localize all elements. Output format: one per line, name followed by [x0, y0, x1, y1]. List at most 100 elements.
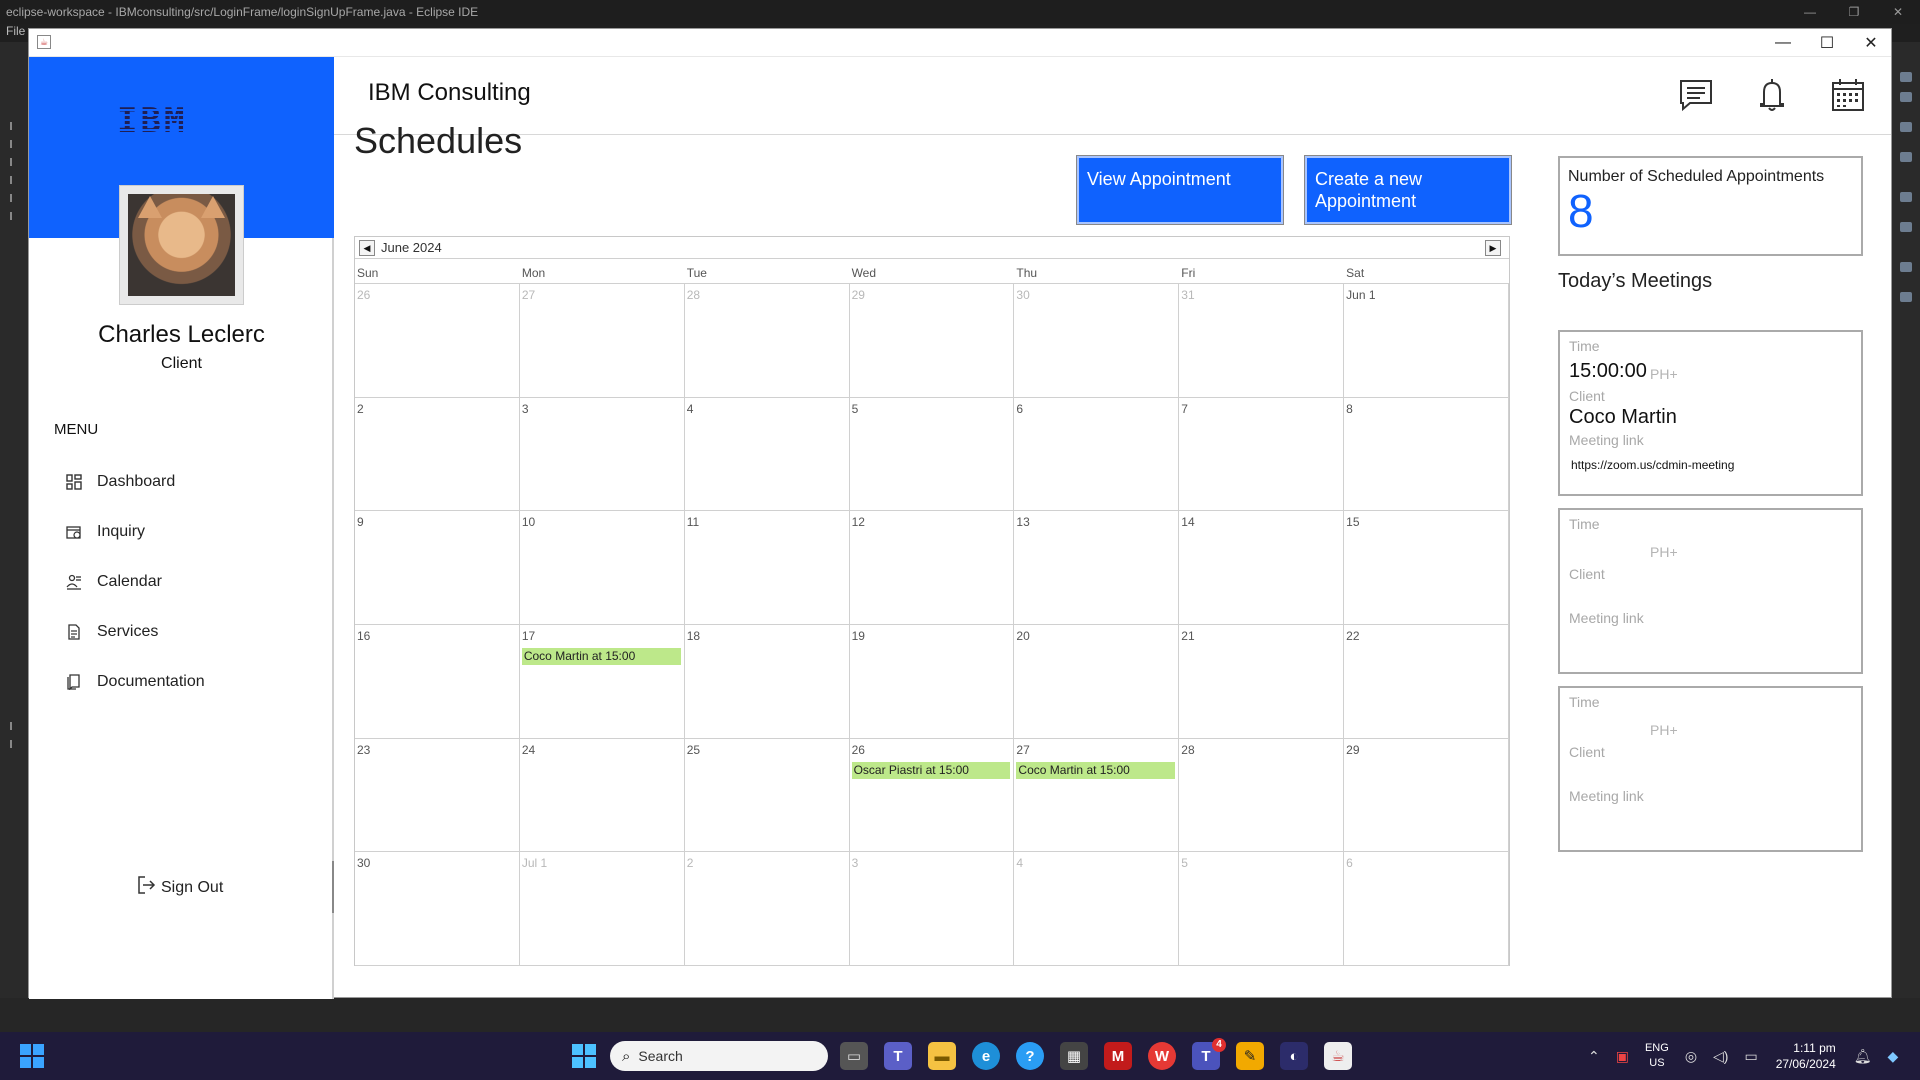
calendar-day-cell[interactable]: 25: [684, 738, 850, 853]
calendar-day-cell[interactable]: 6: [1344, 852, 1509, 966]
calendar-day-cell[interactable]: 11: [684, 511, 850, 625]
calendar-day-cell[interactable]: 6: [1014, 397, 1180, 512]
bell-icon[interactable]: [1754, 77, 1794, 117]
tree-node[interactable]: [10, 140, 22, 148]
calendar-day-cell[interactable]: 14: [1179, 511, 1345, 625]
help-icon[interactable]: ?: [1016, 1042, 1044, 1070]
create-appointment-button[interactable]: Create a new Appointment: [1304, 155, 1512, 225]
calendar-day-cell[interactable]: 9: [355, 511, 520, 625]
calendar-day-cell[interactable]: 2: [355, 397, 520, 512]
copilot-icon[interactable]: ◆: [1888, 1048, 1899, 1065]
calendar-day-cell[interactable]: 27: [519, 284, 685, 398]
sidebar-item-services[interactable]: Services: [65, 617, 158, 647]
clock[interactable]: 1:11 pm 27/06/2024: [1776, 1040, 1836, 1072]
language-indicator[interactable]: ENG US: [1645, 1041, 1669, 1071]
view-icon[interactable]: [1900, 192, 1912, 202]
mcafee-icon[interactable]: M: [1104, 1042, 1132, 1070]
sidebar-item-inquiry[interactable]: Inquiry: [65, 517, 145, 547]
calendar-day-cell[interactable]: 31: [1179, 284, 1345, 398]
calendar-grid-icon[interactable]: [1830, 77, 1870, 117]
network-icon[interactable]: ◎: [1685, 1048, 1697, 1065]
eclipse-minimize-button[interactable]: —: [1788, 0, 1832, 24]
calendar-day-cell[interactable]: 3: [519, 397, 685, 512]
view-icon[interactable]: [1900, 262, 1912, 272]
calendar-day-cell[interactable]: 23: [355, 738, 520, 853]
tree-node[interactable]: [10, 722, 22, 730]
view-icon[interactable]: [1900, 152, 1912, 162]
meeting-link[interactable]: https://zoom.us/cdmin-meeting: [1571, 458, 1734, 472]
calendar-day-cell[interactable]: 20: [1014, 625, 1180, 739]
sign-out-button[interactable]: Sign Out: [137, 875, 223, 900]
next-month-button[interactable]: ▶: [1485, 240, 1501, 256]
view-icon[interactable]: [1900, 222, 1912, 232]
view-icon[interactable]: [1900, 122, 1912, 132]
edge-icon[interactable]: e: [972, 1042, 1000, 1070]
security-icon[interactable]: ▣: [1616, 1048, 1629, 1065]
message-icon[interactable]: [1678, 77, 1718, 117]
calendar-day-cell[interactable]: 5: [849, 397, 1015, 512]
calendar-day-cell[interactable]: 5: [1179, 852, 1345, 966]
battery-icon[interactable]: ▭: [1744, 1048, 1757, 1065]
view-appointment-button[interactable]: View Appointment: [1076, 155, 1284, 225]
wps-office-icon[interactable]: W: [1148, 1042, 1176, 1070]
widgets-button[interactable]: [20, 1044, 44, 1068]
sidebar-item-documentation[interactable]: Documentation: [65, 667, 205, 697]
calendar-day-cell[interactable]: 27 Coco Martin at 15:00: [1014, 738, 1180, 853]
calendar-day-cell[interactable]: Jun 1: [1344, 284, 1509, 398]
eclipse-close-button[interactable]: ✕: [1876, 0, 1920, 24]
tree-node[interactable]: [10, 740, 22, 748]
teams-work-icon[interactable]: T4: [1192, 1038, 1226, 1070]
tree-node[interactable]: [10, 212, 22, 220]
calendar-day-cell[interactable]: Jul 1: [519, 852, 685, 966]
prev-month-button[interactable]: ◀: [359, 240, 375, 256]
calendar-day-cell[interactable]: 29: [849, 284, 1015, 398]
calendar-day-cell[interactable]: 30: [1014, 284, 1180, 398]
view-icon[interactable]: [1900, 292, 1912, 302]
chevron-up-icon[interactable]: ⌃: [1588, 1048, 1600, 1065]
tree-node[interactable]: [10, 194, 22, 202]
close-button[interactable]: ✕: [1849, 31, 1893, 55]
calendar-day-cell[interactable]: 26 Oscar Piastri at 15:00: [849, 738, 1015, 853]
sticky-app-icon[interactable]: ✎: [1236, 1042, 1264, 1070]
teams-icon[interactable]: T: [884, 1042, 912, 1070]
calendar-day-cell[interactable]: 29: [1344, 738, 1509, 853]
calendar-day-cell[interactable]: 2: [684, 852, 850, 966]
view-icon[interactable]: [1900, 72, 1912, 82]
sidebar-scrollbar[interactable]: [332, 861, 334, 913]
start-button[interactable]: [572, 1044, 596, 1068]
tree-node[interactable]: [10, 176, 22, 184]
calendar-day-cell[interactable]: 24: [519, 738, 685, 853]
calendar-day-cell[interactable]: 30: [355, 852, 520, 966]
sidebar-item-dashboard[interactable]: Dashboard: [65, 467, 175, 497]
calendar-day-cell[interactable]: 18: [684, 625, 850, 739]
eclipse-icon[interactable]: ◐: [1280, 1042, 1308, 1070]
calendar-day-cell[interactable]: 13: [1014, 511, 1180, 625]
calendar-event[interactable]: Coco Martin at 15:00: [1016, 761, 1176, 779]
store-icon[interactable]: ▦: [1060, 1042, 1088, 1070]
calendar-day-cell[interactable]: 15: [1344, 511, 1509, 625]
view-icon[interactable]: [1900, 92, 1912, 102]
calendar-day-cell[interactable]: 28: [684, 284, 850, 398]
file-explorer-icon[interactable]: ▬: [928, 1042, 956, 1070]
tree-node[interactable]: [10, 158, 22, 166]
calendar-event[interactable]: Coco Martin at 15:00: [521, 648, 681, 665]
task-view-icon[interactable]: ▭: [840, 1042, 868, 1070]
notification-bell-icon[interactable]: 🔔︎: [1854, 1048, 1872, 1065]
calendar-day-cell[interactable]: 3: [849, 852, 1015, 966]
tree-node[interactable]: [10, 122, 22, 130]
java-app-icon[interactable]: ☕: [1324, 1042, 1352, 1070]
calendar-day-cell[interactable]: 19: [849, 625, 1015, 739]
eclipse-restore-button[interactable]: ❐: [1832, 0, 1876, 24]
calendar-event[interactable]: Oscar Piastri at 15:00: [851, 761, 1011, 779]
minimize-button[interactable]: —: [1761, 31, 1805, 55]
calendar-day-cell[interactable]: 17 Coco Martin at 15:00: [519, 625, 685, 739]
calendar-day-cell[interactable]: 7: [1179, 397, 1345, 512]
calendar-day-cell[interactable]: 4: [1014, 852, 1180, 966]
calendar-day-cell[interactable]: 4: [684, 397, 850, 512]
maximize-button[interactable]: ☐: [1805, 31, 1849, 55]
taskbar-search[interactable]: ⌕ Search: [610, 1041, 828, 1071]
calendar-day-cell[interactable]: 28: [1179, 738, 1345, 853]
calendar-day-cell[interactable]: 12: [849, 511, 1015, 625]
calendar-day-cell[interactable]: 22: [1344, 625, 1509, 739]
eclipse-menu-file[interactable]: File: [0, 24, 28, 42]
